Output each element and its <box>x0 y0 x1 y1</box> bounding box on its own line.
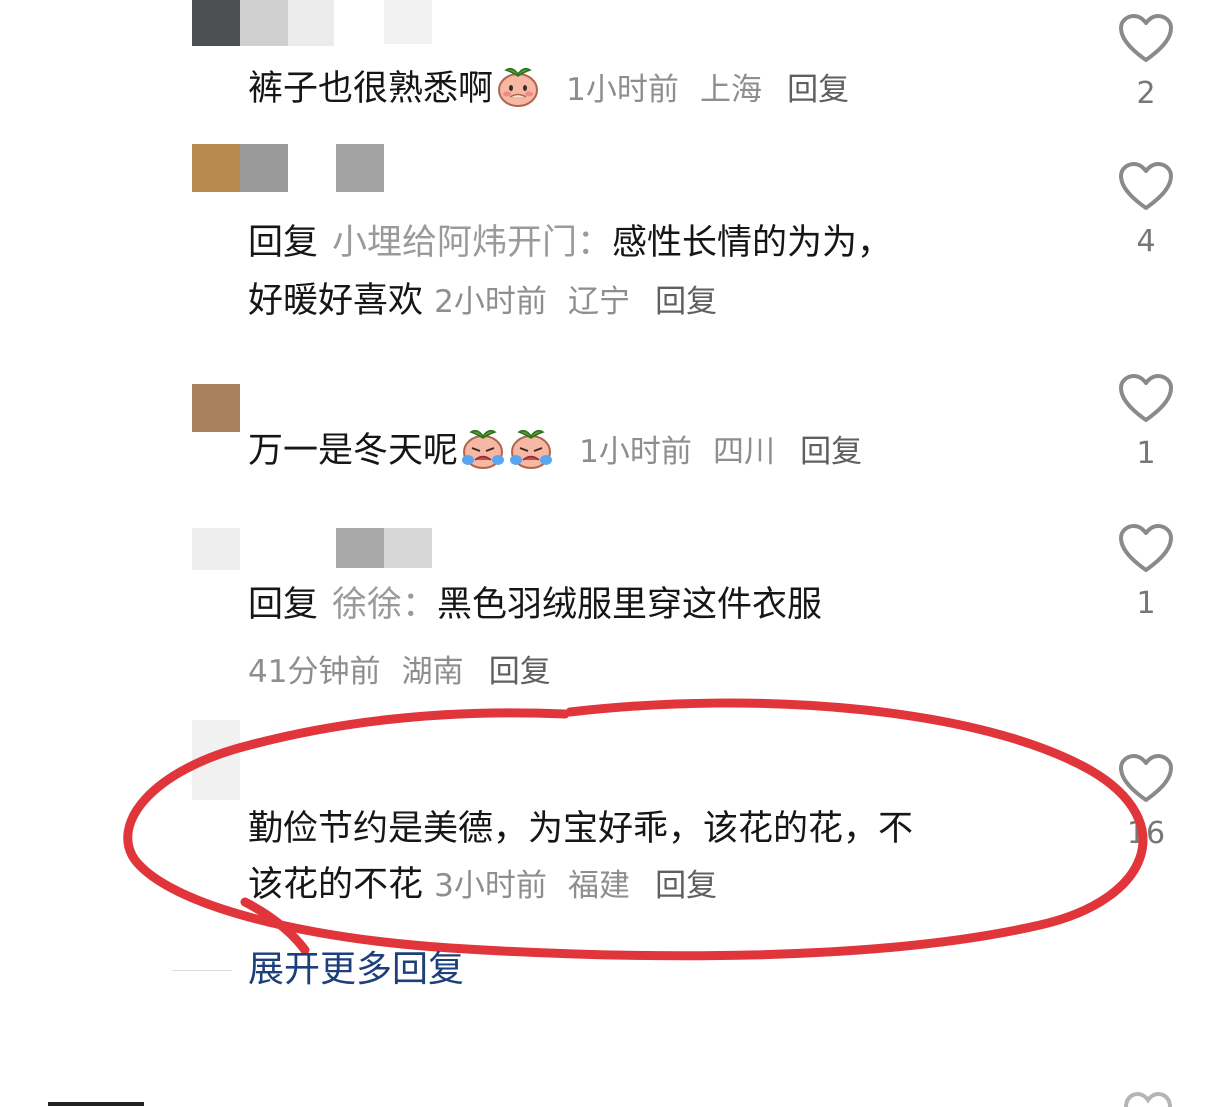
annotation-circle <box>123 698 1148 961</box>
divider <box>172 970 232 971</box>
heart-outline-icon[interactable] <box>1120 1090 1176 1107</box>
expand-more-replies-link[interactable]: 展开更多回复 <box>248 944 464 996</box>
divider <box>48 1102 144 1106</box>
